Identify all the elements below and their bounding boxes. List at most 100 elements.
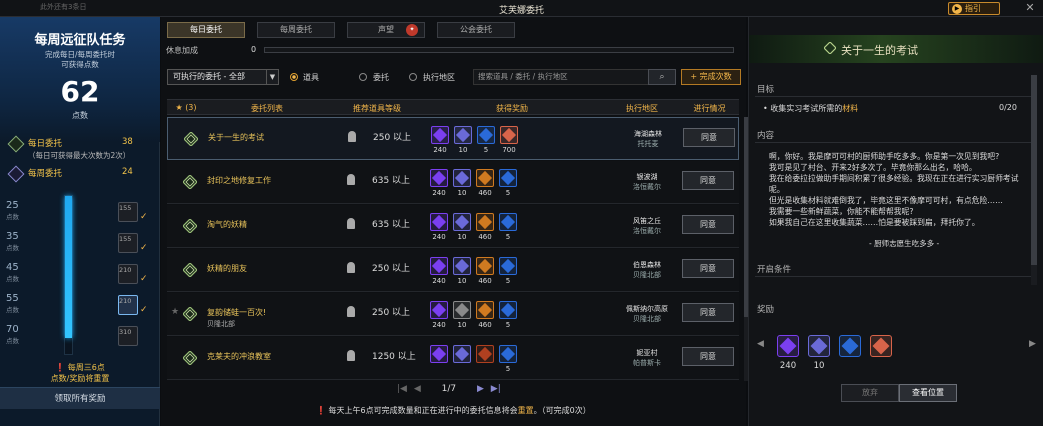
favorite-star-icon[interactable]: ★ <box>171 307 179 317</box>
reward-item-icon[interactable] <box>430 213 448 231</box>
reward-count: 5 <box>505 189 511 197</box>
table-row[interactable]: 封印之地修复工作 635 以上 240 10 460 5 银波湖 洛恒戴尔 同意 <box>167 161 739 204</box>
radio-quest[interactable] <box>359 73 367 81</box>
region-name: 佩斯纳尔高原 <box>626 305 668 313</box>
radio-region[interactable] <box>409 73 417 81</box>
rewards-next-icon[interactable]: ▶ <box>1029 339 1036 349</box>
reward-item-icon[interactable] <box>430 257 448 275</box>
locate-button[interactable]: 查看位置 <box>899 384 957 402</box>
region-area: 洛恒戴尔 <box>633 183 661 191</box>
accept-button[interactable]: 同意 <box>682 347 734 366</box>
milestone-reward-icon[interactable]: 210 <box>118 264 138 284</box>
condition-label: 开启条件 <box>757 265 792 275</box>
detail-reward-icon[interactable] <box>777 335 799 357</box>
radio-item[interactable] <box>290 73 298 81</box>
detail-scrollbar[interactable] <box>1031 75 1037 285</box>
rest-bonus-label: 休息加成 <box>166 46 198 55</box>
accept-button[interactable]: 同意 <box>682 259 734 278</box>
reward-item-icon[interactable] <box>477 126 495 144</box>
tab-guild[interactable]: 公会委托 <box>437 22 515 38</box>
reward-item-icon[interactable] <box>430 301 448 319</box>
reward-item-icon[interactable] <box>431 126 449 144</box>
abandon-button[interactable]: 放弃 <box>841 384 899 402</box>
points-progress-bar <box>64 195 73 355</box>
close-icon[interactable]: ✕ <box>1023 1 1037 15</box>
reset-note-line-1: ❗ 每周三6点 <box>55 363 105 372</box>
reward-item-icon[interactable] <box>499 213 517 231</box>
recommended-level: 250 以上 <box>372 264 411 274</box>
reward-item-icon[interactable] <box>430 345 448 363</box>
table-row[interactable]: ★ 复韵储蛙一百次! 贝隆北部 250 以上 240 10 460 5 佩斯纳尔高原 贝隆北部 同意 <box>167 293 739 336</box>
reward-item-icon[interactable] <box>453 257 471 275</box>
detail-scroll-thumb[interactable] <box>1031 75 1037 265</box>
goal-count: 0/20 <box>999 103 1017 112</box>
guide-button[interactable]: ▶ 指引 <box>948 2 1000 15</box>
last-page-icon[interactable]: ▶| <box>491 384 501 394</box>
table-row[interactable]: 妖精的朋友 250 以上 240 10 460 5 伯恩森林 贝隆北部 同意 <box>167 249 739 292</box>
reward-item-icon[interactable] <box>453 213 471 231</box>
reward-count: 5 <box>505 233 511 241</box>
accept-button[interactable]: 同意 <box>683 128 735 147</box>
quest-filter-select[interactable]: 可执行的委托 - 全部 ▼ <box>167 69 279 85</box>
reward-item-icon[interactable] <box>430 169 448 187</box>
reward-item-icon[interactable] <box>476 301 494 319</box>
reward-item-icon[interactable] <box>476 213 494 231</box>
reward-item-icon[interactable] <box>499 345 517 363</box>
table-row[interactable]: 淘气的妖精 635 以上 240 10 460 5 风笛之丘 洛恒戴尔 同意 <box>167 205 739 248</box>
search-input[interactable]: 搜索道具 / 委托 / 执行地区 <box>473 69 653 85</box>
detail-reward-icon[interactable] <box>839 335 861 357</box>
milestone-label: 25 点数 <box>6 200 46 221</box>
accept-button[interactable]: 同意 <box>682 215 734 234</box>
subtitle-line-2: 可获得点数 <box>61 60 99 69</box>
tab-daily[interactable]: 每日委托 <box>167 22 245 38</box>
favorite-count: ★ (3) <box>171 103 201 112</box>
add-completion-button[interactable]: + 完成次数 <box>681 69 741 85</box>
region-name: 妮亚村 <box>636 349 658 357</box>
reward-item-icon[interactable] <box>499 257 517 275</box>
milestone-reward-icon[interactable]: 155 <box>118 202 138 222</box>
weekly-value: 24 <box>122 167 133 177</box>
star-icon: ★ <box>175 103 183 112</box>
first-page-icon[interactable]: |◀ <box>397 384 407 394</box>
reward-item-icon[interactable] <box>476 169 494 187</box>
accept-button[interactable]: 同意 <box>682 303 734 322</box>
detail-reward-icon[interactable] <box>808 335 830 357</box>
region-area: 洛恒戴尔 <box>633 227 661 235</box>
milestone-reward-icon[interactable]: 310 <box>118 326 138 346</box>
reward-item-icon[interactable] <box>499 301 517 319</box>
reward-item-icon[interactable] <box>499 169 517 187</box>
reward-item-icon[interactable] <box>454 126 472 144</box>
reward-item-icon[interactable] <box>476 257 494 275</box>
tab-reputation[interactable]: 声望 ✦ <box>347 22 425 38</box>
table-row[interactable]: 关于一生的考试 250 以上 240 10 5 700 海湖森林 托托麦 同意 <box>167 117 739 160</box>
reward-count: 240 <box>432 189 446 197</box>
reputation-alert-icon: ✦ <box>406 24 418 36</box>
radio-item-label: 道具 <box>303 73 319 82</box>
accept-button[interactable]: 同意 <box>682 171 734 190</box>
claim-all-button[interactable]: 领取所有奖励 <box>0 387 160 409</box>
search-icon[interactable]: ⌕ <box>648 69 676 85</box>
prev-page-icon[interactable]: ◀ <box>414 384 421 394</box>
tab-weekly[interactable]: 每周委托 <box>257 22 335 38</box>
next-page-icon[interactable]: ▶ <box>477 384 484 394</box>
reward-item-icon[interactable] <box>453 345 471 363</box>
table-row[interactable]: 克莱夫的冲浪教室 1250 以上 5 妮亚村 帕普斯卡 同意 <box>167 337 739 380</box>
divider <box>755 96 1035 97</box>
recommended-level: 250 以上 <box>372 308 411 318</box>
milestone-points: 25 <box>6 200 19 211</box>
milestone-reward-icon[interactable]: 210 <box>118 295 138 315</box>
reward-count: 10 <box>458 146 468 154</box>
region-name: 风笛之丘 <box>633 217 661 225</box>
reward-item-icon[interactable] <box>453 301 471 319</box>
pager: |◀ ◀ 1/7 ▶ ▶| <box>397 384 501 394</box>
reward-item-icon[interactable] <box>476 345 494 363</box>
milestone-label: 70 点数 <box>6 324 46 345</box>
reward-count: 460 <box>478 321 492 329</box>
rewards-prev-icon[interactable]: ◀ <box>757 339 764 349</box>
milestone-badge: 210 <box>119 266 132 274</box>
reward-item-icon[interactable] <box>453 169 471 187</box>
milestone-reward-icon[interactable]: 155 <box>118 233 138 253</box>
reward-item-icon[interactable] <box>500 126 518 144</box>
detail-reward-icon[interactable] <box>870 335 892 357</box>
reward-count: 240 <box>433 146 447 154</box>
